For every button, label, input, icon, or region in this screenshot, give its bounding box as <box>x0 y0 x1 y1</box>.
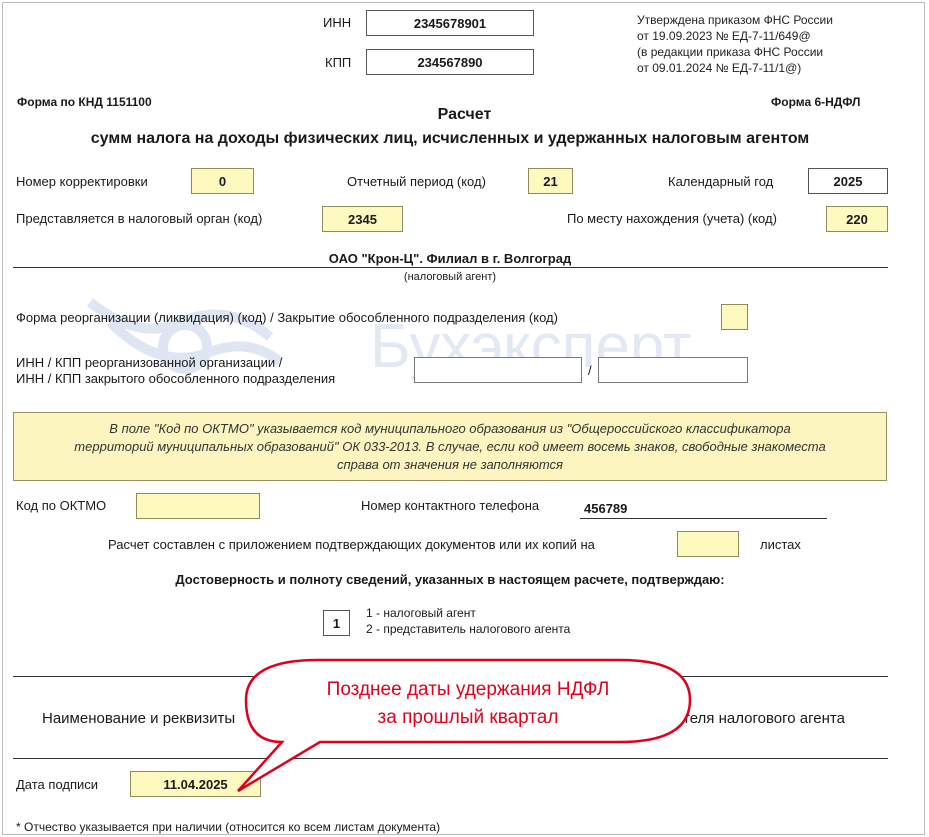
tax-office-label: Представляется в налоговый орган (код) <box>16 211 263 226</box>
correction-field[interactable]: 0 <box>191 168 254 194</box>
year-field[interactable]: 2025 <box>808 168 888 194</box>
approval-line: от 09.01.2024 № ЕД-7-11/1@) <box>637 61 802 75</box>
representative-label-right: теля налогового агента <box>683 710 845 727</box>
year-label: Календарный год <box>668 174 774 189</box>
agent-underline <box>13 267 888 268</box>
callout-line-1: Позднее даты удержания НДФЛ <box>326 679 610 700</box>
callout-text: Позднее даты удержания НДФЛ за прошлый к… <box>246 676 690 732</box>
reorg-separator: / <box>588 363 592 378</box>
reorg-inn-kpp-label-line1: ИНН / КПП реорганизованной организации / <box>16 355 283 370</box>
agent-caption: (налоговый агент) <box>403 271 497 283</box>
oktmo-field[interactable] <box>136 493 260 519</box>
representative-label-left: Наименование и реквизиты <box>42 710 236 727</box>
footnote: * Отчество указывается при наличии (отно… <box>16 820 441 834</box>
oktmo-note-line: справа от значения не заполняются <box>337 457 563 472</box>
reorg-kpp-field[interactable] <box>598 357 748 383</box>
period-label: Отчетный период (код) <box>347 174 486 189</box>
confirm-option-1: 1 - налоговый агент <box>366 606 476 620</box>
oktmo-label: Код по ОКТМО <box>16 498 107 513</box>
confirm-option-2: 2 - представитель налогового агента <box>366 622 571 636</box>
attachments-label: Расчет составлен с приложением подтвержд… <box>108 537 595 552</box>
approval-line: от 19.09.2023 № ЕД-7-11/649@ <box>637 29 811 43</box>
confirm-heading: Достоверность и полноту сведений, указан… <box>175 572 725 587</box>
reorg-form-label: Форма реорганизации (ликвидация) (код) /… <box>16 310 558 325</box>
oktmo-note-line: В поле "Код по ОКТМО" указывается код му… <box>109 421 791 436</box>
signature-date-field[interactable]: 11.04.2025 <box>130 771 261 797</box>
reorg-inn-kpp-label: ИНН / КПП реорганизованной организации /… <box>16 355 335 387</box>
oktmo-note-line: территорий муниципальных образований" ОК… <box>74 439 826 454</box>
tax-office-field[interactable]: 2345 <box>322 206 403 232</box>
phone-value[interactable]: 456789 <box>584 501 627 516</box>
representative-bottom-line <box>13 758 888 759</box>
kpp-field[interactable]: 234567890 <box>366 49 534 75</box>
approval-info: Утверждена приказом ФНС России от 19.09.… <box>637 12 833 76</box>
phone-label: Номер контактного телефона <box>361 498 540 513</box>
page-subtitle: сумм налога на доходы физических лиц, ис… <box>90 130 810 147</box>
sheets-label: листах <box>760 537 801 552</box>
location-label: По месту нахождения (учета) (код) <box>567 211 777 226</box>
reorg-inn-kpp-label-line2: ИНН / КПП закрытого обособленного подраз… <box>16 371 336 386</box>
approval-line: Утверждена приказом ФНС России <box>637 13 833 27</box>
period-field[interactable]: 21 <box>528 168 573 194</box>
reorg-form-field[interactable] <box>721 304 748 330</box>
inn-label: ИНН <box>323 15 352 30</box>
correction-label: Номер корректировки <box>16 174 148 189</box>
callout-line-2: за прошлый квартал <box>377 707 559 728</box>
sheets-count-field[interactable] <box>677 531 739 557</box>
kpp-label: КПП <box>325 55 352 70</box>
agent-name[interactable]: ОАО "Крон-Ц". Филиал в г. Волгоград <box>0 251 900 266</box>
page-title: Расчет <box>437 106 492 123</box>
oktmo-note: В поле "Код по ОКТМО" указывается код му… <box>13 412 887 481</box>
confirm-code-field[interactable]: 1 <box>323 610 350 636</box>
location-field[interactable]: 220 <box>826 206 888 232</box>
phone-underline <box>580 518 827 519</box>
reorg-inn-field[interactable] <box>414 357 582 383</box>
approval-line: (в редакции приказа ФНС России <box>637 45 824 59</box>
inn-field[interactable]: 2345678901 <box>366 10 534 36</box>
signature-date-label: Дата подписи <box>16 777 99 792</box>
